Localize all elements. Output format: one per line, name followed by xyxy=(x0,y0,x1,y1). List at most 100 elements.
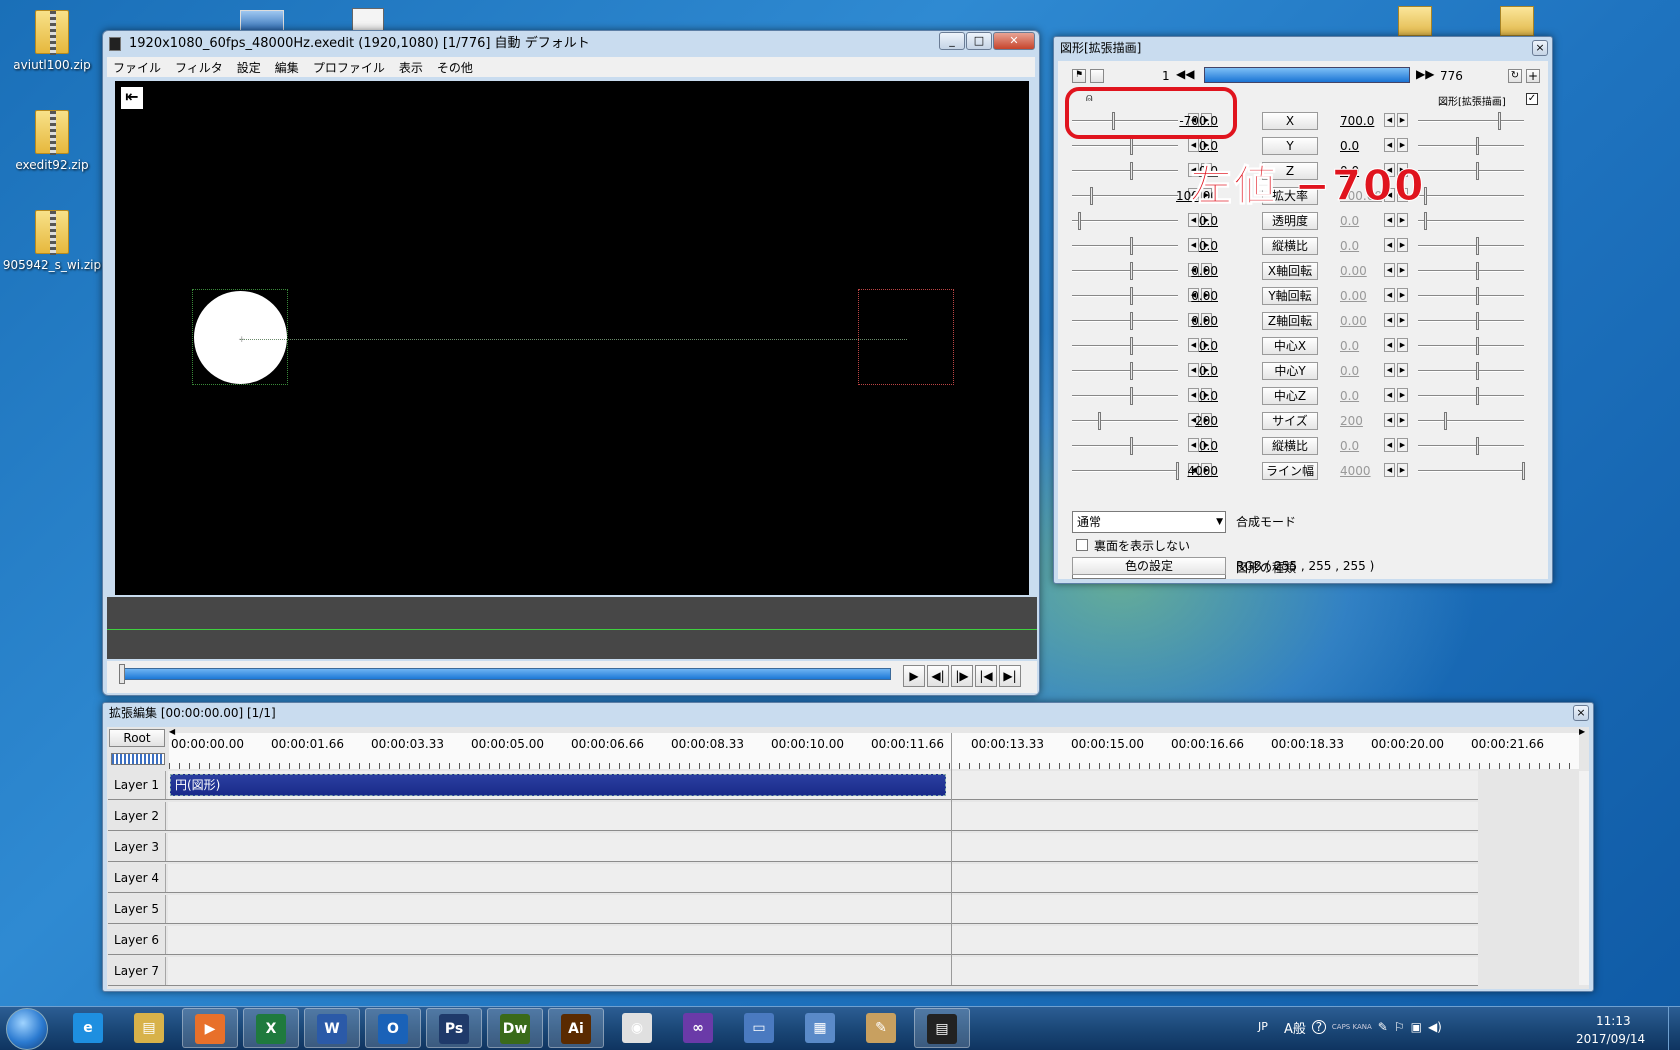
param-left-thumb[interactable] xyxy=(1130,262,1133,280)
param-left-thumb[interactable] xyxy=(1130,312,1133,330)
layer-track[interactable] xyxy=(168,926,1478,954)
param-right-thumb[interactable] xyxy=(1444,412,1447,430)
back-to-start-icon[interactable]: ⇤ xyxy=(121,87,143,109)
param-left-thumb[interactable] xyxy=(1130,237,1133,255)
language-indicator[interactable]: JP xyxy=(1258,1020,1268,1033)
param-name-button[interactable]: 中心X xyxy=(1262,337,1318,355)
param-left-thumb[interactable] xyxy=(1130,137,1133,155)
taskbar-app-dreamweaver[interactable]: Dw xyxy=(487,1008,543,1048)
param-name-button[interactable]: 縦横比 xyxy=(1262,237,1318,255)
param-right-thumb[interactable] xyxy=(1424,212,1427,230)
color-settings-button[interactable]: 色の設定 xyxy=(1072,557,1226,575)
param-right-dec[interactable]: ◀ xyxy=(1384,288,1395,302)
taskbar-app-excel[interactable]: X xyxy=(243,1008,299,1048)
param-right-inc[interactable]: ▶ xyxy=(1397,213,1408,227)
start-button[interactable] xyxy=(6,1008,48,1050)
param-right-track[interactable] xyxy=(1418,345,1524,347)
menu-edit[interactable]: 編集 xyxy=(275,59,299,76)
menu-profile[interactable]: プロファイル xyxy=(313,59,385,76)
param-right-dec[interactable]: ◀ xyxy=(1384,463,1395,477)
param-name-button[interactable]: 縦横比 xyxy=(1262,437,1318,455)
param-right-dec[interactable]: ◀ xyxy=(1384,363,1395,377)
menu-other[interactable]: その他 xyxy=(437,59,473,76)
volume-icon[interactable]: ◀) xyxy=(1428,1020,1442,1034)
param-right-thumb[interactable] xyxy=(1476,312,1479,330)
layer-track[interactable] xyxy=(168,957,1478,985)
tray-tools-icon[interactable]: ✎ xyxy=(1378,1020,1388,1034)
blend-mode-select[interactable]: 通常 ▼ xyxy=(1072,511,1226,533)
param-left-value[interactable]: 4000 xyxy=(1158,464,1218,478)
param-left-value[interactable]: 0.00 xyxy=(1158,264,1218,278)
menu-filter[interactable]: フィルタ xyxy=(175,59,223,76)
layer-label[interactable]: Layer 1 xyxy=(108,771,166,799)
param-right-inc[interactable]: ▶ xyxy=(1397,388,1408,402)
taskbar-app-aviutl[interactable]: ▤ xyxy=(914,1008,970,1048)
param-right-dec[interactable]: ◀ xyxy=(1384,338,1395,352)
taskbar-app-media[interactable]: ▶ xyxy=(182,1008,238,1048)
param-right-inc[interactable]: ▶ xyxy=(1397,313,1408,327)
ruler-scroll-left[interactable]: ◀ xyxy=(169,727,175,736)
param-right-inc[interactable]: ▶ xyxy=(1397,438,1408,452)
param-right-track[interactable] xyxy=(1418,145,1524,147)
param-right-thumb[interactable] xyxy=(1476,337,1479,355)
help-icon[interactable]: ? xyxy=(1311,1020,1326,1034)
param-right-thumb[interactable] xyxy=(1476,287,1479,305)
spreadsheet-desktop-icon[interactable] xyxy=(352,8,384,32)
param-right-track[interactable] xyxy=(1418,295,1524,297)
backface-checkbox[interactable] xyxy=(1076,539,1088,551)
param-right-track[interactable] xyxy=(1418,370,1524,372)
param-name-button[interactable]: 中心Z xyxy=(1262,387,1318,405)
param-right-dec[interactable]: ◀ xyxy=(1384,413,1395,427)
param-left-thumb[interactable] xyxy=(1130,287,1133,305)
param-left-thumb[interactable] xyxy=(1098,412,1101,430)
param-left-thumb[interactable] xyxy=(1130,337,1133,355)
taskbar-app-chrome[interactable]: ◉ xyxy=(609,1008,665,1048)
param-right-inc[interactable]: ▶ xyxy=(1397,288,1408,302)
param-name-button[interactable]: ライン幅 xyxy=(1262,462,1318,480)
param-right-dec[interactable]: ◀ xyxy=(1384,438,1395,452)
timeline-clip[interactable]: 円(図形) xyxy=(170,774,946,796)
param-right-track[interactable] xyxy=(1418,270,1524,272)
param-right-track[interactable] xyxy=(1418,245,1524,247)
taskbar-app-visual-studio[interactable]: ∞ xyxy=(670,1008,726,1048)
param-right-dec[interactable]: ◀ xyxy=(1384,313,1395,327)
maximize-button[interactable]: □ xyxy=(966,32,992,50)
pin-icon[interactable]: ⚑ xyxy=(1072,69,1086,83)
taskbar-app-illustrator[interactable]: Ai xyxy=(548,1008,604,1048)
desktop-icon-aviutl[interactable]: aviutl100.zip xyxy=(2,10,102,72)
param-right-thumb[interactable] xyxy=(1476,137,1479,155)
param-name-button[interactable]: Z軸回転 xyxy=(1262,312,1318,330)
rewind-icon[interactable]: ◀◀ xyxy=(1176,67,1194,81)
network-icon[interactable]: ▣ xyxy=(1411,1020,1422,1034)
param-right-thumb[interactable] xyxy=(1476,262,1479,280)
param-name-button[interactable]: X xyxy=(1262,112,1318,130)
grid-icon[interactable] xyxy=(1090,69,1104,83)
param-right-inc[interactable]: ▶ xyxy=(1397,463,1408,477)
layer-track[interactable] xyxy=(168,833,1478,861)
param-left-thumb[interactable] xyxy=(1130,437,1133,455)
param-right-track[interactable] xyxy=(1418,220,1524,222)
param-right-inc[interactable]: ▶ xyxy=(1397,413,1408,427)
next-frame-button[interactable]: |▶ xyxy=(951,665,973,687)
param-left-value[interactable]: 0.0 xyxy=(1158,364,1218,378)
minimize-button[interactable]: _ xyxy=(939,32,965,50)
param-right-dec[interactable]: ◀ xyxy=(1384,113,1395,127)
show-desktop-button[interactable] xyxy=(1668,1006,1680,1050)
param-right-dec[interactable]: ◀ xyxy=(1384,138,1395,152)
properties-titlebar[interactable]: 図形[拡張描画] × xyxy=(1054,37,1552,59)
desktop-icon-exedit[interactable]: exedit92.zip xyxy=(2,110,102,172)
folder-desktop-icon[interactable] xyxy=(1398,6,1432,36)
layer-label[interactable]: Layer 3 xyxy=(108,833,166,861)
param-right-thumb[interactable] xyxy=(1498,112,1501,130)
ruler-scroll-right[interactable]: ▶ xyxy=(1579,727,1585,736)
param-left-thumb[interactable] xyxy=(1130,162,1133,180)
fast-forward-icon[interactable]: ▶▶ xyxy=(1416,67,1434,81)
main-window-titlebar[interactable]: 1920x1080_60fps_48000Hz.exedit (1920,108… xyxy=(103,31,1039,57)
param-right-inc[interactable]: ▶ xyxy=(1397,338,1408,352)
param-left-value[interactable]: 0.0 xyxy=(1158,139,1218,153)
desktop-icon-905942[interactable]: 905942_s_wi.zip xyxy=(2,210,102,272)
computer-desktop-icon[interactable] xyxy=(240,10,284,32)
seek-thumb[interactable] xyxy=(119,664,125,684)
close-button[interactable]: ✕ xyxy=(993,32,1035,50)
param-left-value[interactable]: 0.0 xyxy=(1158,339,1218,353)
